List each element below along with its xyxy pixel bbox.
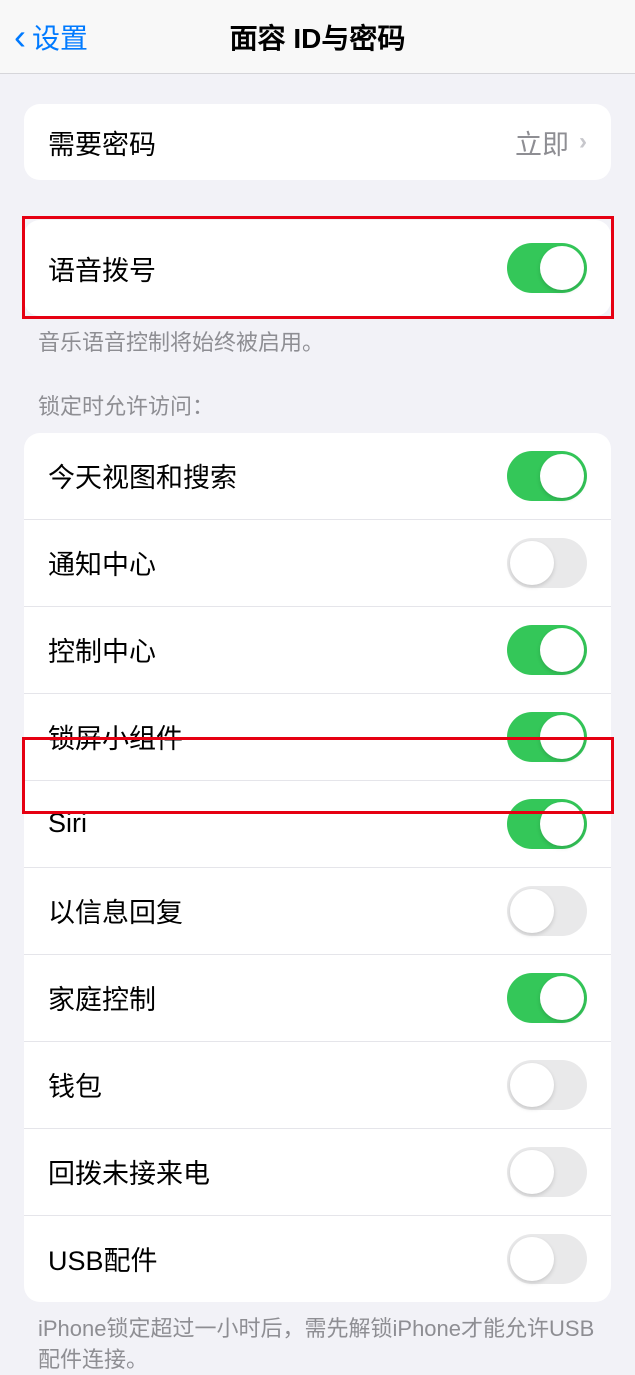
lock-access-toggle[interactable] bbox=[507, 799, 587, 849]
lock-access-toggle[interactable] bbox=[507, 538, 587, 588]
toggle-knob bbox=[510, 1237, 554, 1281]
lock-access-row: USB配件 bbox=[24, 1215, 611, 1302]
chevron-right-icon: › bbox=[579, 128, 587, 156]
lock-access-label: 钱包 bbox=[48, 1065, 102, 1104]
lock-access-label: 控制中心 bbox=[48, 630, 156, 669]
nav-bar: ‹ 设置 面容 ID与密码 bbox=[0, 0, 635, 74]
require-passcode-label: 需要密码 bbox=[48, 123, 156, 162]
chevron-left-icon: ‹ bbox=[14, 19, 26, 55]
lock-access-toggle[interactable] bbox=[507, 451, 587, 501]
lock-access-footer: iPhone锁定超过一小时后，需先解锁iPhone才能允许USB配件连接。 bbox=[0, 1302, 635, 1375]
lock-access-toggle[interactable] bbox=[507, 1060, 587, 1110]
lock-access-toggle[interactable] bbox=[507, 625, 587, 675]
toggle-knob bbox=[540, 715, 584, 759]
lock-access-toggle[interactable] bbox=[507, 973, 587, 1023]
lock-access-row: 今天视图和搜索 bbox=[24, 433, 611, 519]
lock-access-row: 家庭控制 bbox=[24, 954, 611, 1041]
toggle-knob bbox=[540, 802, 584, 846]
lock-access-header: 锁定时允许访问： bbox=[0, 389, 635, 433]
lock-access-label: 回拨未接来电 bbox=[48, 1152, 210, 1191]
back-label: 设置 bbox=[32, 17, 88, 57]
voice-dial-group: 语音拨号 bbox=[24, 220, 611, 316]
require-passcode-value: 立即 bbox=[515, 123, 569, 162]
lock-access-row: 以信息回复 bbox=[24, 867, 611, 954]
require-passcode-row[interactable]: 需要密码 立即 › bbox=[24, 104, 611, 180]
toggle-knob bbox=[540, 454, 584, 498]
lock-access-toggle[interactable] bbox=[507, 886, 587, 936]
toggle-knob bbox=[510, 541, 554, 585]
lock-access-toggle[interactable] bbox=[507, 1234, 587, 1284]
lock-access-row: 回拨未接来电 bbox=[24, 1128, 611, 1215]
lock-access-label: 以信息回复 bbox=[48, 891, 183, 930]
voice-dial-footer: 音乐语音控制将始终被启用。 bbox=[0, 316, 635, 359]
row-right: 立即 › bbox=[515, 123, 587, 162]
voice-dial-toggle[interactable] bbox=[507, 243, 587, 293]
lock-access-group: 今天视图和搜索通知中心控制中心锁屏小组件 Siri 以信息回复家庭控制钱包回拨未接来… bbox=[24, 433, 611, 1302]
lock-access-row: 控制中心 bbox=[24, 606, 611, 693]
lock-access-label: 通知中心 bbox=[48, 543, 156, 582]
content: 需要密码 立即 › 语音拨号 音乐语音控制将始终被启用。 锁定时允许访问： 今天… bbox=[0, 74, 635, 1375]
lock-access-row: 钱包 bbox=[24, 1041, 611, 1128]
toggle-knob bbox=[540, 976, 584, 1020]
toggle-knob bbox=[510, 889, 554, 933]
page-title: 面容 ID与密码 bbox=[230, 17, 406, 57]
lock-access-label: Siri bbox=[48, 808, 87, 839]
toggle-knob bbox=[540, 628, 584, 672]
lock-access-label: 家庭控制 bbox=[48, 978, 156, 1017]
back-button[interactable]: ‹ 设置 bbox=[0, 17, 88, 57]
lock-access-toggle[interactable] bbox=[507, 712, 587, 762]
passcode-group: 需要密码 立即 › bbox=[24, 104, 611, 180]
lock-access-row: 通知中心 bbox=[24, 519, 611, 606]
lock-access-label: 锁屏小组件 bbox=[48, 717, 183, 756]
lock-access-row: Siri bbox=[24, 780, 611, 867]
lock-access-toggle[interactable] bbox=[507, 1147, 587, 1197]
toggle-knob bbox=[510, 1150, 554, 1194]
toggle-knob bbox=[540, 246, 584, 290]
lock-access-label: 今天视图和搜索 bbox=[48, 456, 237, 495]
voice-dial-label: 语音拨号 bbox=[48, 249, 156, 288]
voice-dial-row: 语音拨号 bbox=[24, 220, 611, 316]
lock-access-row: 锁屏小组件 bbox=[24, 693, 611, 780]
lock-access-label: USB配件 bbox=[48, 1239, 158, 1278]
toggle-knob bbox=[510, 1063, 554, 1107]
